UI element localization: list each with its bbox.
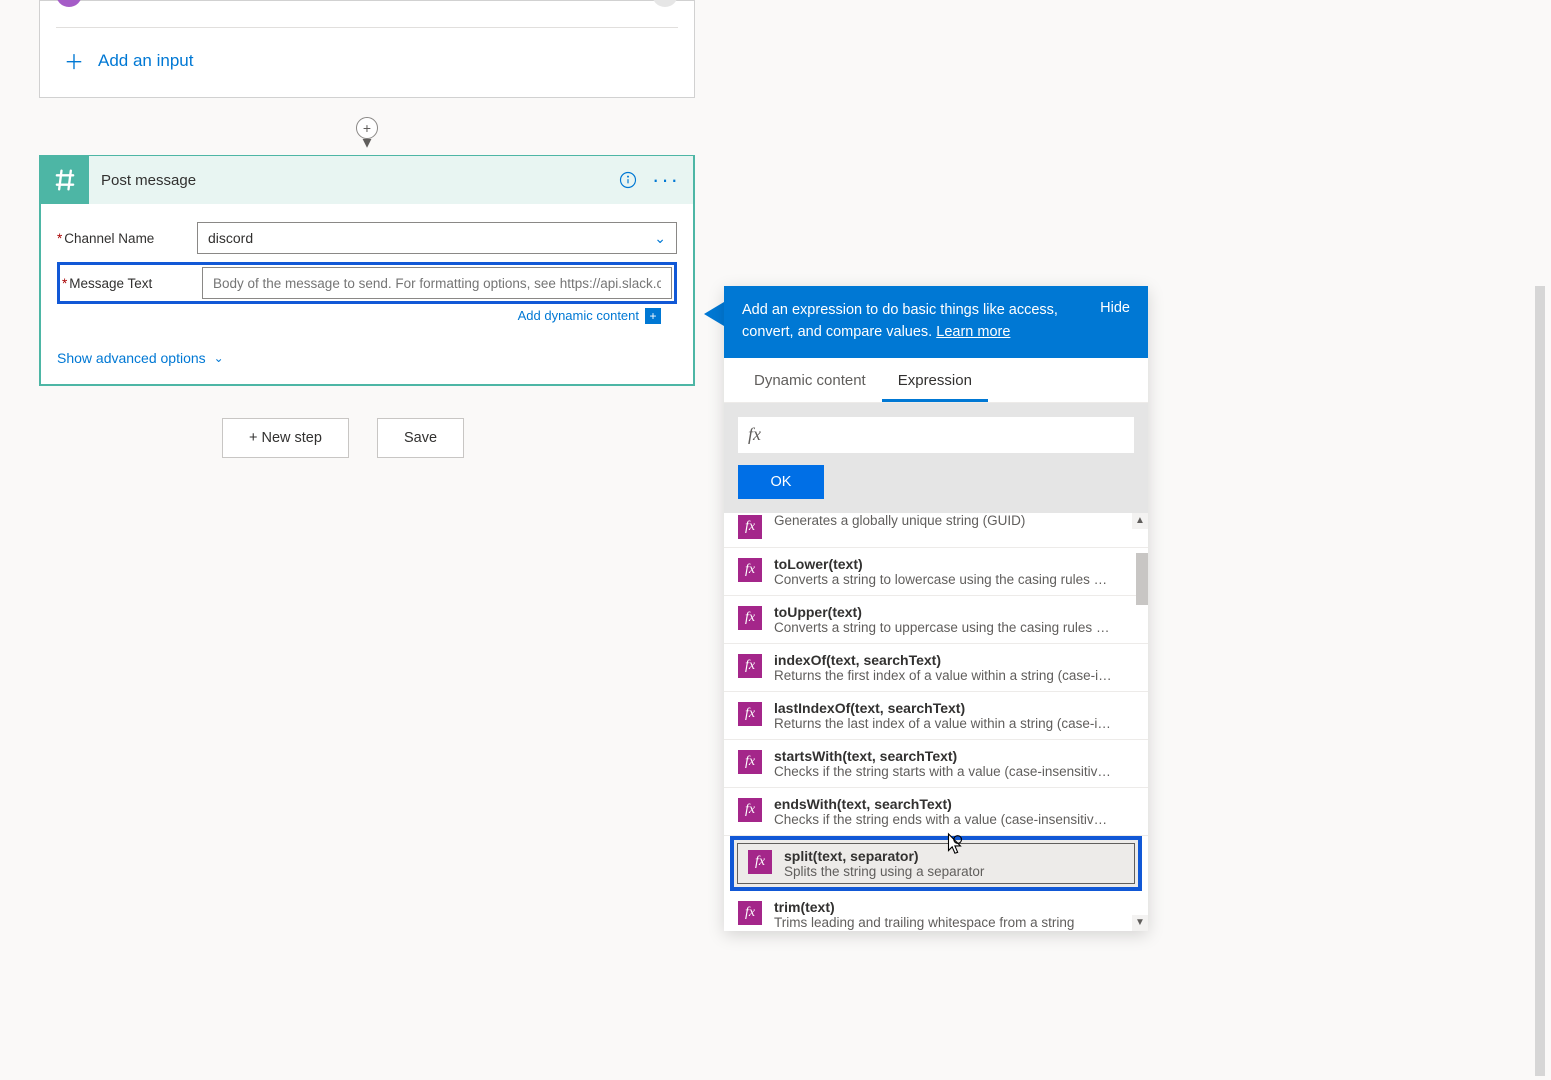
- function-item[interactable]: fx endsWith(text, searchText)Checks if th…: [724, 788, 1148, 836]
- fx-badge-icon: fx: [738, 515, 762, 539]
- function-item[interactable]: fx toLower(text)Converts a string to lowe…: [724, 548, 1148, 596]
- function-name: toUpper(text): [774, 604, 1134, 620]
- scrollbar-thumb[interactable]: [1136, 553, 1148, 605]
- function-description: Generates a globally unique string (GUID…: [774, 513, 1114, 528]
- plus-icon: ＋: [64, 46, 84, 75]
- learn-more-link[interactable]: Learn more: [936, 324, 1010, 340]
- function-description: Returns the last index of a value within…: [774, 716, 1114, 731]
- expression-input-area: fx OK: [724, 403, 1148, 513]
- tab-dynamic-content[interactable]: Dynamic content: [738, 358, 882, 402]
- page-scrollbar[interactable]: [1535, 286, 1545, 1076]
- tab-expression[interactable]: Expression: [882, 358, 988, 402]
- function-description: Checks if the string starts with a value…: [774, 764, 1114, 779]
- trigger-step-icon: [56, 0, 82, 7]
- function-name: indexOf(text, searchText): [774, 652, 1134, 668]
- expression-panel-header: Add an expression to do basic things lik…: [724, 286, 1148, 358]
- function-item[interactable]: fx startsWith(text, searchText)Checks if …: [724, 740, 1148, 788]
- trigger-partial-row: [40, 1, 694, 7]
- slack-hash-icon: [41, 156, 89, 204]
- add-dynamic-content-link[interactable]: Add dynamic content +: [57, 304, 677, 324]
- channel-label: Channel Name: [64, 231, 154, 246]
- chevron-down-icon: ⌄: [214, 351, 224, 365]
- function-name: toLower(text): [774, 556, 1134, 572]
- fx-icon: fx: [748, 424, 761, 445]
- info-icon[interactable]: [615, 167, 641, 193]
- expression-panel: Add an expression to do basic things lik…: [724, 286, 1148, 931]
- scroll-down-button[interactable]: ▼: [1132, 915, 1148, 931]
- footer-buttons: + New step Save: [222, 418, 464, 458]
- fx-badge-icon: fx: [738, 558, 762, 582]
- flow-connector: + ▾: [357, 117, 377, 147]
- field-channel-name: *Channel Name discord ⌄: [57, 222, 677, 254]
- expression-function-list[interactable]: fx Generates a globally unique string (GU…: [724, 513, 1148, 931]
- fx-badge-icon: fx: [738, 702, 762, 726]
- callout-beak: [704, 302, 724, 326]
- selected-function-frame: fx split(text, separator)Splits the strin…: [730, 836, 1142, 891]
- chevron-down-icon: ⌄: [654, 230, 666, 247]
- plus-badge-icon: +: [645, 308, 661, 324]
- function-name: endsWith(text, searchText): [774, 796, 1134, 812]
- function-description: Converts a string to lowercase using the…: [774, 572, 1114, 587]
- fx-badge-icon: fx: [738, 606, 762, 630]
- scroll-up-button[interactable]: ▲: [1132, 513, 1148, 529]
- function-description: Splits the string using a separator: [784, 864, 1124, 879]
- action-header[interactable]: Post message ···: [41, 156, 693, 204]
- channel-value: discord: [208, 230, 253, 246]
- field-message-highlight: *Message Text: [57, 262, 677, 304]
- message-text-input[interactable]: [202, 267, 672, 299]
- fx-badge-icon: fx: [738, 750, 762, 774]
- function-name: trim(text): [774, 899, 1134, 915]
- trigger-delete-icon[interactable]: [652, 0, 678, 7]
- ok-button[interactable]: OK: [738, 465, 824, 499]
- function-item[interactable]: fx indexOf(text, searchText)Returns the f…: [724, 644, 1148, 692]
- expression-tabs: Dynamic content Expression: [724, 358, 1148, 403]
- function-item[interactable]: fx split(text, separator)Splits the strin…: [734, 840, 1138, 887]
- message-label: Message Text: [69, 276, 152, 291]
- function-item[interactable]: fx trim(text)Trims leading and trailing w…: [724, 891, 1148, 931]
- ellipsis-icon[interactable]: ···: [653, 167, 679, 193]
- fx-badge-icon: fx: [738, 901, 762, 925]
- action-title: Post message: [101, 172, 196, 189]
- fx-badge-icon: fx: [748, 850, 772, 874]
- function-item[interactable]: fx lastIndexOf(text, searchText)Returns t…: [724, 692, 1148, 740]
- fx-badge-icon: fx: [738, 798, 762, 822]
- save-button[interactable]: Save: [377, 418, 464, 458]
- channel-select[interactable]: discord ⌄: [197, 222, 677, 254]
- new-step-button[interactable]: + New step: [222, 418, 349, 458]
- expression-input[interactable]: fx: [738, 417, 1134, 453]
- function-name: split(text, separator): [784, 848, 1124, 864]
- function-description: Converts a string to uppercase using the…: [774, 620, 1114, 635]
- function-description: Checks if the string ends with a value (…: [774, 812, 1114, 827]
- function-description: Trims leading and trailing whitespace fr…: [774, 915, 1114, 930]
- function-name: startsWith(text, searchText): [774, 748, 1134, 764]
- function-item[interactable]: fx toUpper(text)Converts a string to uppe…: [724, 596, 1148, 644]
- hide-panel-button[interactable]: Hide: [1100, 300, 1130, 316]
- function-description: Returns the first index of a value withi…: [774, 668, 1114, 683]
- action-card-post-message: Post message ··· *Channel Name discord ⌄…: [39, 155, 695, 386]
- fx-badge-icon: fx: [738, 654, 762, 678]
- trigger-card: ＋ Add an input: [39, 0, 695, 98]
- arrow-down-icon: ▾: [362, 137, 371, 147]
- function-item[interactable]: fx Generates a globally unique string (GU…: [724, 513, 1148, 548]
- function-name: lastIndexOf(text, searchText): [774, 700, 1134, 716]
- add-input-label: Add an input: [98, 51, 193, 71]
- add-input-button[interactable]: ＋ Add an input: [40, 28, 694, 81]
- show-advanced-toggle[interactable]: Show advanced options ⌄: [57, 350, 677, 366]
